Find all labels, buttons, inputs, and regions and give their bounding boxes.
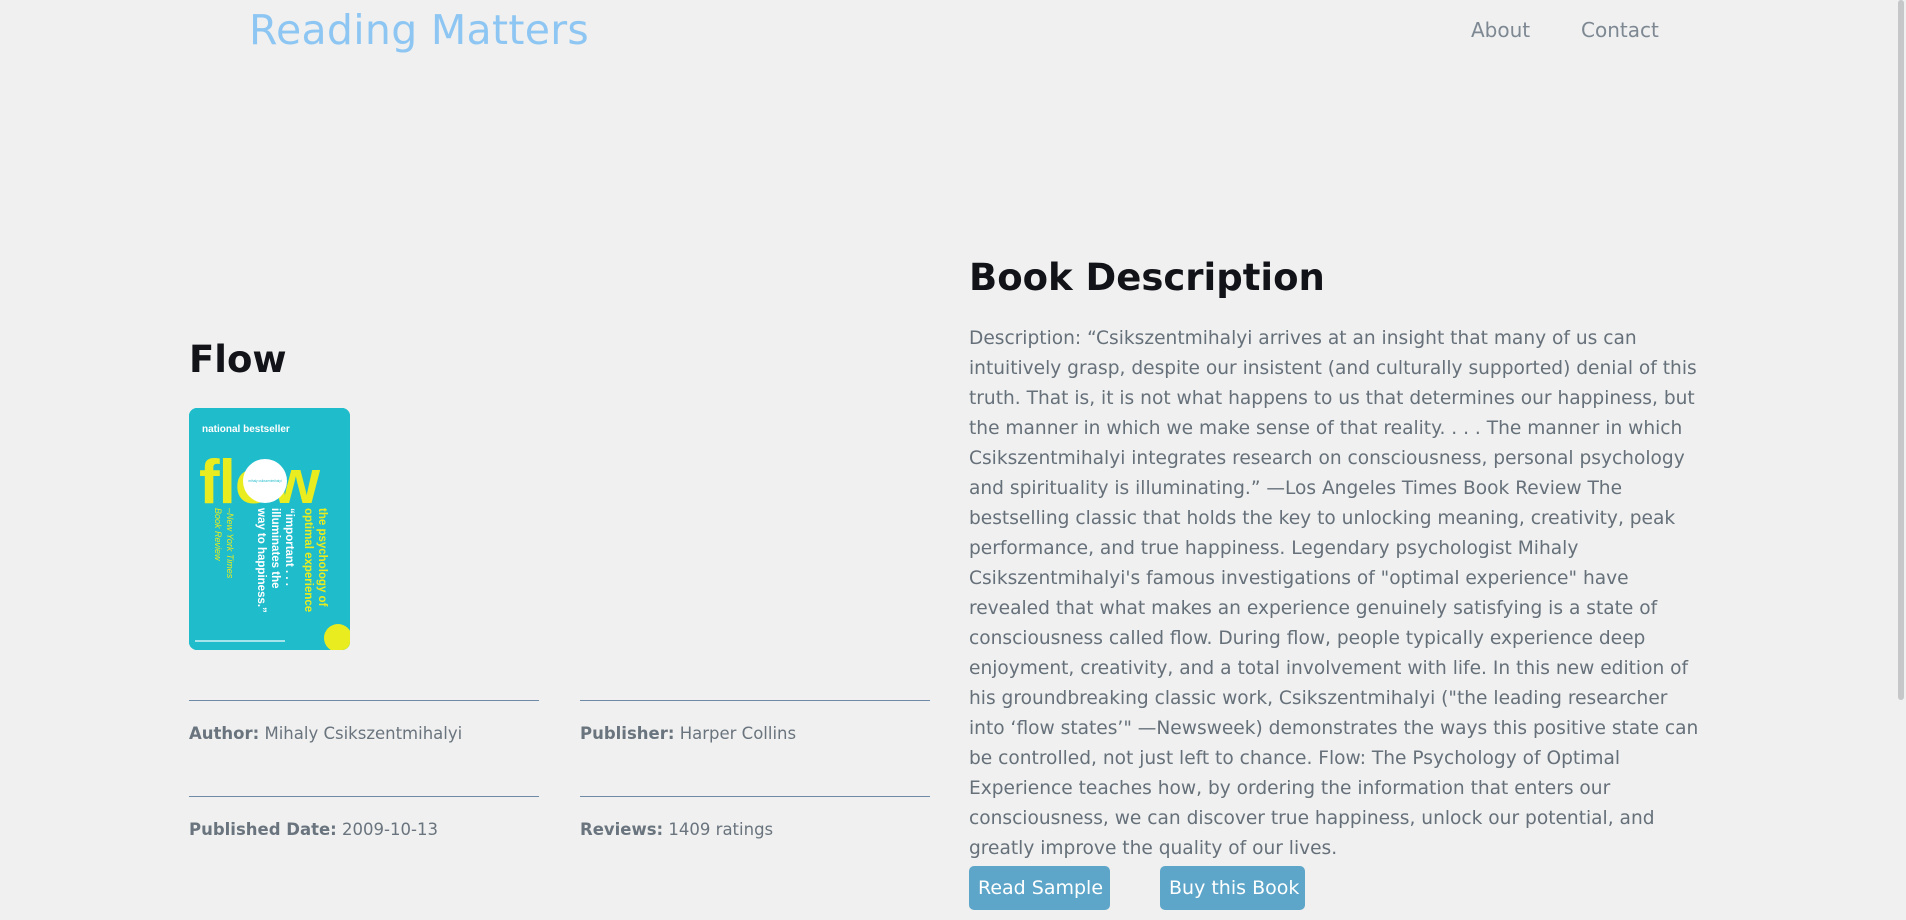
cover-source-line2: Book Review <box>213 508 223 561</box>
author-label: Author: <box>189 724 260 743</box>
cover-quote-line2: illuminates the <box>269 508 281 589</box>
reviews-label: Reviews: <box>580 820 664 839</box>
brand-logo[interactable]: Reading Matters <box>249 6 589 54</box>
divider <box>189 796 539 797</box>
published-date-value: 2009-10-13 <box>342 820 438 839</box>
divider <box>580 796 930 797</box>
read-sample-button[interactable]: Read Sample <box>969 866 1110 910</box>
book-title: Flow <box>189 338 287 381</box>
cover-circle-text: mihaly csikszentmihalyi <box>248 479 281 483</box>
author-value: Mihaly Csikszentmihalyi <box>264 724 463 743</box>
meta-publisher: Publisher: Harper Collins <box>580 700 930 743</box>
meta-reviews: Reviews: 1409 ratings <box>580 796 930 839</box>
published-date-label: Published Date: <box>189 820 337 839</box>
book-cover-image: national bestseller flow mihaly csikszen… <box>189 408 350 650</box>
cover-subtitle-line1: the psychology of <box>316 508 328 607</box>
cover-subtitle-line2: optimal experience <box>302 508 314 612</box>
nav-contact-link[interactable]: Contact <box>1581 18 1659 42</box>
meta-published-date: Published Date: 2009-10-13 <box>189 796 539 839</box>
cover-quote-line3: way to happiness.” <box>255 507 267 613</box>
meta-author: Author: Mihaly Csikszentmihalyi <box>189 700 539 743</box>
page-scrollbar[interactable] <box>1894 0 1906 920</box>
description-text: Description: “Csikszentmihalyi arrives a… <box>969 328 1699 859</box>
reviews-value: 1409 ratings <box>668 820 774 839</box>
buy-book-button[interactable]: Buy this Book <box>1160 866 1305 910</box>
cover-tagline: national bestseller <box>202 424 290 435</box>
divider <box>189 700 539 701</box>
cover-source-line1: –New York Times <box>225 507 235 579</box>
nav-about-link[interactable]: About <box>1471 18 1530 42</box>
publisher-value: Harper Collins <box>679 724 797 743</box>
scrollbar-thumb[interactable] <box>1898 0 1904 700</box>
cover-quote-line1: “important . . . <box>283 508 295 586</box>
publisher-label: Publisher: <box>580 724 675 743</box>
page: Reading Matters About Contact Flow natio… <box>0 0 1906 920</box>
description-heading: Book Description <box>969 256 1325 299</box>
divider <box>580 700 930 701</box>
